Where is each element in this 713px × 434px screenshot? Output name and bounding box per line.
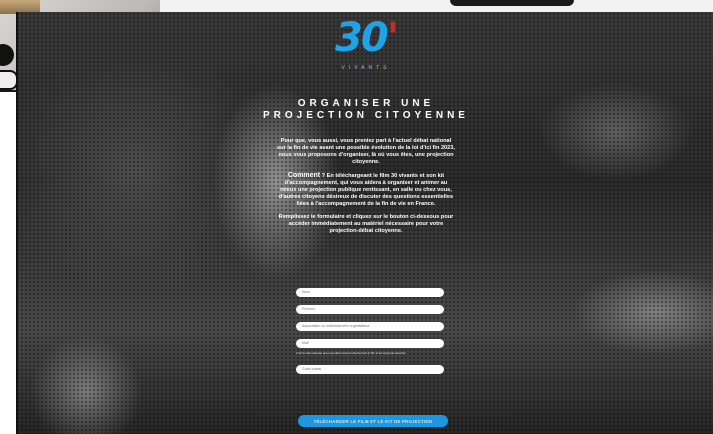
projection-form: C'est à cette adresse que vous allez rec…: [296, 288, 446, 382]
logo[interactable]: 30' VIVANTS: [334, 15, 399, 74]
nom-input[interactable]: [296, 288, 444, 297]
mail-note: C'est à cette adresse que vous allez rec…: [296, 351, 406, 355]
intro-lead: Comment: [287, 172, 321, 179]
prenom-input[interactable]: [296, 305, 444, 314]
intro-text: Pour que, vous aussi, vous preniez part …: [276, 138, 456, 241]
top-pill: [450, 0, 574, 6]
panel-divider: [16, 12, 18, 434]
logo-number: 30': [334, 15, 399, 61]
projection-page: 30' VIVANTS ORGANISER UNE PROJECTION CIT…: [16, 12, 713, 434]
code-postal-input[interactable]: [296, 365, 444, 374]
logo-name: VIVANTS: [341, 65, 391, 71]
page-title-line1: ORGANISER UNE: [297, 98, 435, 109]
intro-paragraph-3: Remplissez le formulaire et cliquez sur …: [278, 214, 454, 234]
page-title-line2: PROJECTION CITOYENNE: [263, 110, 469, 121]
top-strip: [160, 0, 713, 12]
logo-digits: 30: [335, 15, 389, 61]
intro-paragraph-2: Comment ? En téléchargeant le film 30 vi…: [276, 172, 456, 208]
logo-accent: ': [386, 15, 399, 61]
download-button[interactable]: TÉLÉCHARGER LE FILM ET LE KIT DE PROJECT…: [298, 415, 448, 427]
mail-input[interactable]: [296, 339, 444, 348]
window-control-dot[interactable]: [0, 44, 14, 66]
association-input[interactable]: [296, 322, 444, 331]
intro-paragraph-1: Pour que, vous aussi, vous preniez part …: [277, 138, 455, 165]
page-title: ORGANISER UNE PROJECTION CITOYENNE: [216, 98, 516, 122]
